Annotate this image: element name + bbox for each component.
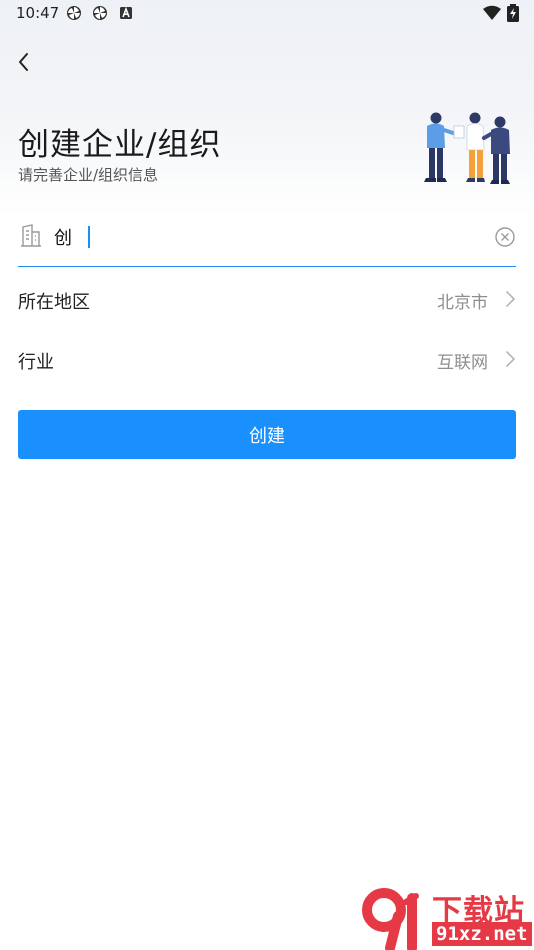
chevron-right-icon [506, 351, 515, 367]
chevron-right-icon [506, 291, 515, 307]
status-time: 10:47 [16, 4, 60, 22]
industry-label: 行业 [18, 352, 54, 373]
nav-bar [0, 40, 534, 84]
create-button[interactable]: 创建 [18, 410, 516, 459]
region-row[interactable]: 所在地区 北京市 [18, 270, 516, 328]
industry-row[interactable]: 行业 互联网 [18, 330, 516, 388]
org-name-field [18, 214, 516, 267]
status-bar: 10:47 [0, 0, 534, 28]
chevron-left-icon [19, 53, 28, 71]
watermark-logo [362, 888, 419, 950]
app-a-icon [120, 6, 132, 19]
page-title: 创建企业/组织 [18, 127, 222, 163]
pinwheel-icon [67, 6, 81, 20]
wifi-icon [483, 5, 501, 21]
back-button[interactable] [8, 44, 44, 80]
pinwheel-icon [93, 6, 107, 20]
watermark-url: 91xz.net [432, 922, 532, 946]
org-name-input[interactable] [54, 222, 474, 252]
text-caret [88, 226, 90, 248]
page-subtitle: 请完善企业/组织信息 [18, 166, 159, 184]
building-icon [21, 224, 41, 247]
battery-charging-icon [507, 4, 519, 22]
clear-circle-icon[interactable] [494, 226, 516, 248]
watermark: 下载站 91xz.net [360, 886, 534, 950]
team-people-illustration [424, 112, 510, 184]
region-label: 所在地区 [18, 292, 90, 313]
industry-value: 互联网 [437, 353, 488, 373]
region-value: 北京市 [437, 293, 488, 313]
